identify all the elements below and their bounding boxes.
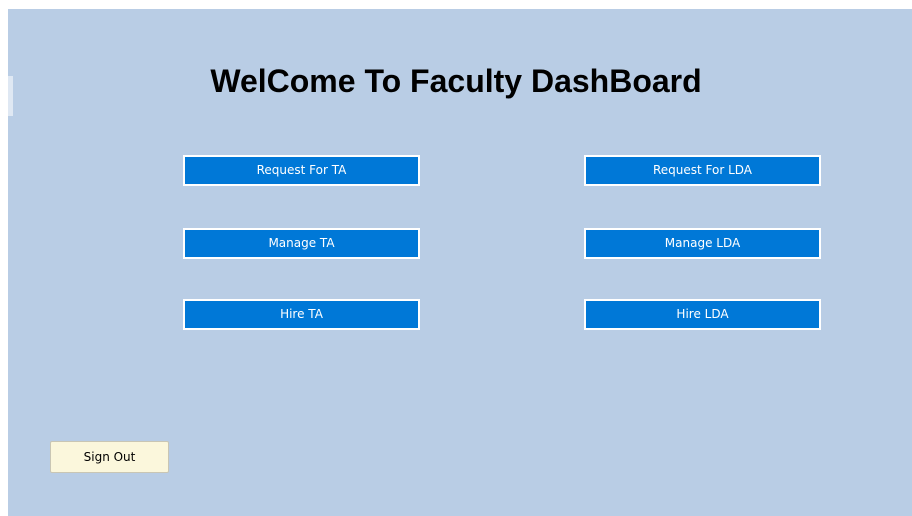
request-ta-button[interactable]: Request For TA bbox=[183, 155, 420, 186]
sign-out-button[interactable]: Sign Out bbox=[50, 441, 169, 473]
manage-lda-button[interactable]: Manage LDA bbox=[584, 228, 821, 259]
hire-lda-button[interactable]: Hire LDA bbox=[584, 299, 821, 330]
hire-ta-button[interactable]: Hire TA bbox=[183, 299, 420, 330]
manage-ta-button[interactable]: Manage TA bbox=[183, 228, 420, 259]
page-title: WelCome To Faculty DashBoard bbox=[210, 63, 702, 99]
request-lda-button[interactable]: Request For LDA bbox=[584, 155, 821, 186]
